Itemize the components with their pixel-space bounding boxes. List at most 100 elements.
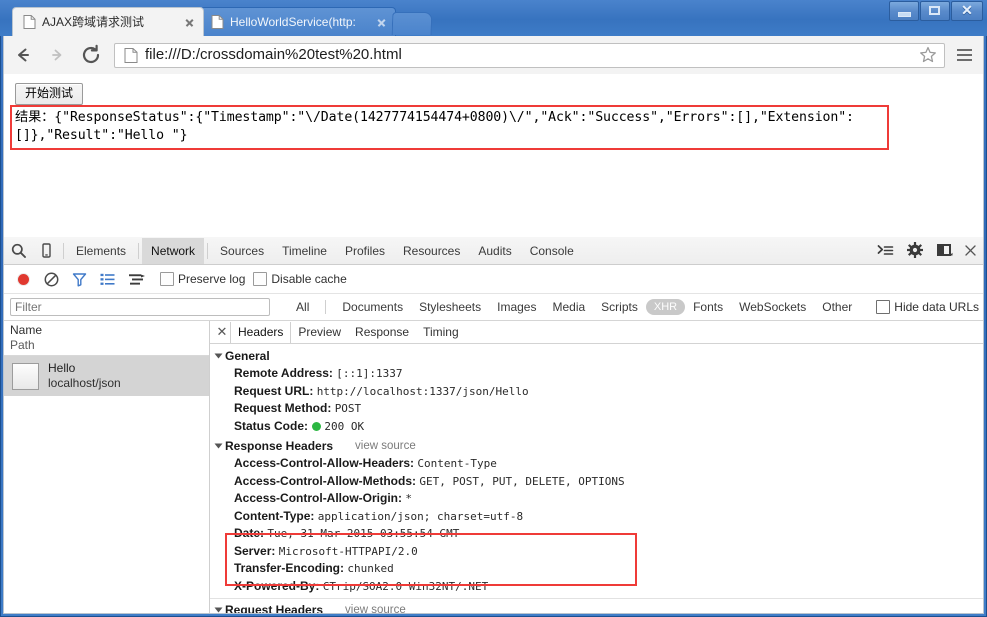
browser-tab-0-close-icon[interactable] [182,15,197,30]
back-button[interactable] [8,40,38,70]
chrome-menu-button[interactable] [951,41,977,69]
close-icon: ✕ [961,2,973,18]
response-view-source-link[interactable]: view source [355,440,416,452]
devtools-close-icon[interactable] [961,237,979,263]
disable-cache-checkbox[interactable]: Disable cache [253,272,347,286]
detail-close-icon[interactable]: ✕ [214,323,230,341]
browser-tab-0[interactable]: AJAX跨域请求测试 [12,7,204,36]
detail-tab-timing[interactable]: Timing [416,322,466,343]
tab-strip: AJAX跨域请求测试 HelloWorldService(http: ✕ [0,0,987,36]
browser-tab-1[interactable]: HelloWorldService(http: [200,7,396,36]
start-test-button[interactable]: 开始测试 [15,83,84,105]
request-view-source-link[interactable]: view source [345,604,406,613]
devtools-tab-sources[interactable]: Sources [211,238,273,264]
section-request-headers-header[interactable]: Request Headers view source [210,601,983,613]
new-tab-button[interactable] [391,12,433,35]
bookmark-star-icon[interactable] [918,45,938,65]
record-icon [17,273,29,285]
header-row-request-url: Request URL: http://localhost:1337/json/… [210,383,983,401]
hide-data-urls-checkbox[interactable]: Hide data URLs [876,300,979,314]
filter-chip-scripts[interactable]: Scripts [593,299,646,315]
drawer-toggle-icon[interactable] [871,237,899,263]
filter-chip-fonts[interactable]: Fonts [685,299,731,315]
devtools-panel: Elements Network Sources Timeline Profil… [3,237,984,614]
network-filter-input[interactable] [10,298,271,316]
view-icon [100,273,114,285]
filter-chip-other[interactable]: Other [814,299,860,315]
view-list-button[interactable] [94,266,120,292]
record-button[interactable] [10,266,36,292]
header-value: chunked [347,562,394,575]
column-header-path: Path [10,338,35,352]
devtools-tab-console[interactable]: Console [521,238,583,264]
menu-icon-line [956,49,972,51]
detail-tab-response[interactable]: Response [348,322,416,343]
address-bar-url: file:///D:/crossdomain%20test%20.html [145,46,402,63]
reload-button[interactable] [76,40,106,70]
clear-button[interactable] [38,266,64,292]
chevron-down-icon [214,607,223,613]
filter-chip-stylesheets[interactable]: Stylesheets [411,299,489,315]
header-row-transfer-encoding: Transfer-Encoding: chunked [210,560,983,578]
browser-tab-1-close-icon[interactable] [374,15,389,30]
window-minimize-button[interactable] [889,1,919,21]
browser-tab-1-title: HelloWorldService(http: [230,15,356,29]
waterfall-button[interactable] [122,266,152,292]
preserve-log-checkbox[interactable]: Preserve log [160,272,245,286]
inspect-element-icon[interactable] [4,238,32,264]
header-row-content-type: Content-Type: application/json; charset=… [210,508,983,526]
filter-divider [325,300,327,314]
preserve-log-label: Preserve log [178,272,246,286]
filter-chip-all[interactable]: All [288,299,317,315]
forward-arrow-icon [52,49,62,61]
header-value: Microsoft-HTTPAPI/2.0 [278,544,418,558]
page-viewport: 开始测试 结果：{"ResponseStatus":{"Timestamp":"… [3,74,984,237]
header-name: Access-Control-Allow-Origin: [234,491,403,505]
devtools-settings-gear-icon[interactable] [901,237,929,263]
header-value: CTrip/SOA2.0 Win32NT/.NET [322,579,489,593]
filter-chip-documents[interactable]: Documents [334,299,411,315]
header-value: [::1]:1337 [336,367,403,380]
request-row-hello[interactable]: Hello localhost/json [4,356,209,396]
detail-tab-headers[interactable]: Headers [230,321,292,343]
browser-tab-0-title: AJAX跨域请求测试 [42,15,145,29]
checkbox-icon [876,300,891,314]
filter-chip-images[interactable]: Images [489,299,544,315]
dock-position-icon[interactable] [931,237,959,263]
chevron-down-icon [214,443,223,449]
header-name: Status Code: [234,418,309,433]
section-general-header[interactable]: General [210,347,983,365]
back-arrow-icon [18,48,29,62]
header-name: Transfer-Encoding: [234,561,345,575]
header-row-x-powered-by: X-Powered-By: CTrip/SOA2.0 Win32NT/.NET [210,578,983,596]
clear-icon [44,272,58,286]
header-name: Request Method: [234,401,332,415]
forward-button[interactable] [42,40,72,70]
window-maximize-button[interactable] [920,1,950,21]
devtools-tab-profiles[interactable]: Profiles [336,238,394,264]
device-toggle-icon[interactable] [32,238,60,264]
devtools-tab-audits[interactable]: Audits [469,238,520,264]
filter-chip-media[interactable]: Media [544,299,593,315]
checkbox-icon [253,272,268,286]
request-path: localhost/json [48,376,121,390]
window-close-button[interactable]: ✕ [951,1,983,21]
section-response-headers-header[interactable]: Response Headers view source [210,437,983,455]
devtools-panel-tabs: Elements Network Sources Timeline Profil… [67,237,583,264]
devtools-tab-elements[interactable]: Elements [67,238,135,264]
page-favicon-icon [211,15,224,29]
filter-chip-xhr[interactable]: XHR [645,299,686,315]
waterfall-icon [129,273,145,285]
browser-window: AJAX跨域请求测试 HelloWorldService(http: ✕ fil… [0,0,987,617]
filter-chip-websockets[interactable]: WebSockets [731,299,814,315]
devtools-tab-timeline[interactable]: Timeline [273,238,336,264]
devtools-toolbar-right [871,237,979,263]
devtools-tab-resources[interactable]: Resources [394,238,469,264]
result-highlight-box: 结果：{"ResponseStatus":{"Timestamp":"\/Dat… [10,105,889,150]
detail-tab-preview[interactable]: Preview [291,322,348,343]
devtools-tab-network[interactable]: Network [142,237,205,264]
address-bar[interactable]: file:///D:/crossdomain%20test%20.html [114,42,945,68]
header-name: Access-Control-Allow-Methods: [234,473,417,488]
tab-divider [138,242,140,259]
filter-toggle-button[interactable] [66,266,92,292]
